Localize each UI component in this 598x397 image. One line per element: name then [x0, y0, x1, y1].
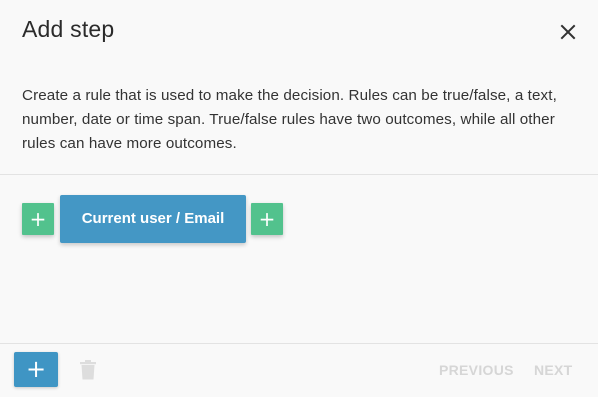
add-after-button[interactable]: +	[251, 203, 283, 235]
delete-button[interactable]	[79, 360, 97, 380]
dialog-description: Create a rule that is used to make the d…	[22, 87, 557, 152]
dialog-title: Add step	[22, 16, 115, 42]
add-button[interactable]: +	[14, 352, 58, 387]
close-icon	[560, 24, 576, 40]
rule-chip-current-user-email[interactable]: Current user / Email	[60, 195, 246, 243]
divider-top	[0, 174, 598, 175]
add-step-dialog: Add step Create a rule that is used to m…	[0, 0, 598, 397]
close-button[interactable]	[556, 20, 580, 44]
trash-icon	[80, 360, 96, 380]
divider-bottom	[0, 343, 598, 344]
add-before-button[interactable]: +	[22, 203, 54, 235]
previous-button[interactable]: PREVIOUS	[439, 362, 514, 378]
next-button[interactable]: NEXT	[534, 362, 573, 378]
